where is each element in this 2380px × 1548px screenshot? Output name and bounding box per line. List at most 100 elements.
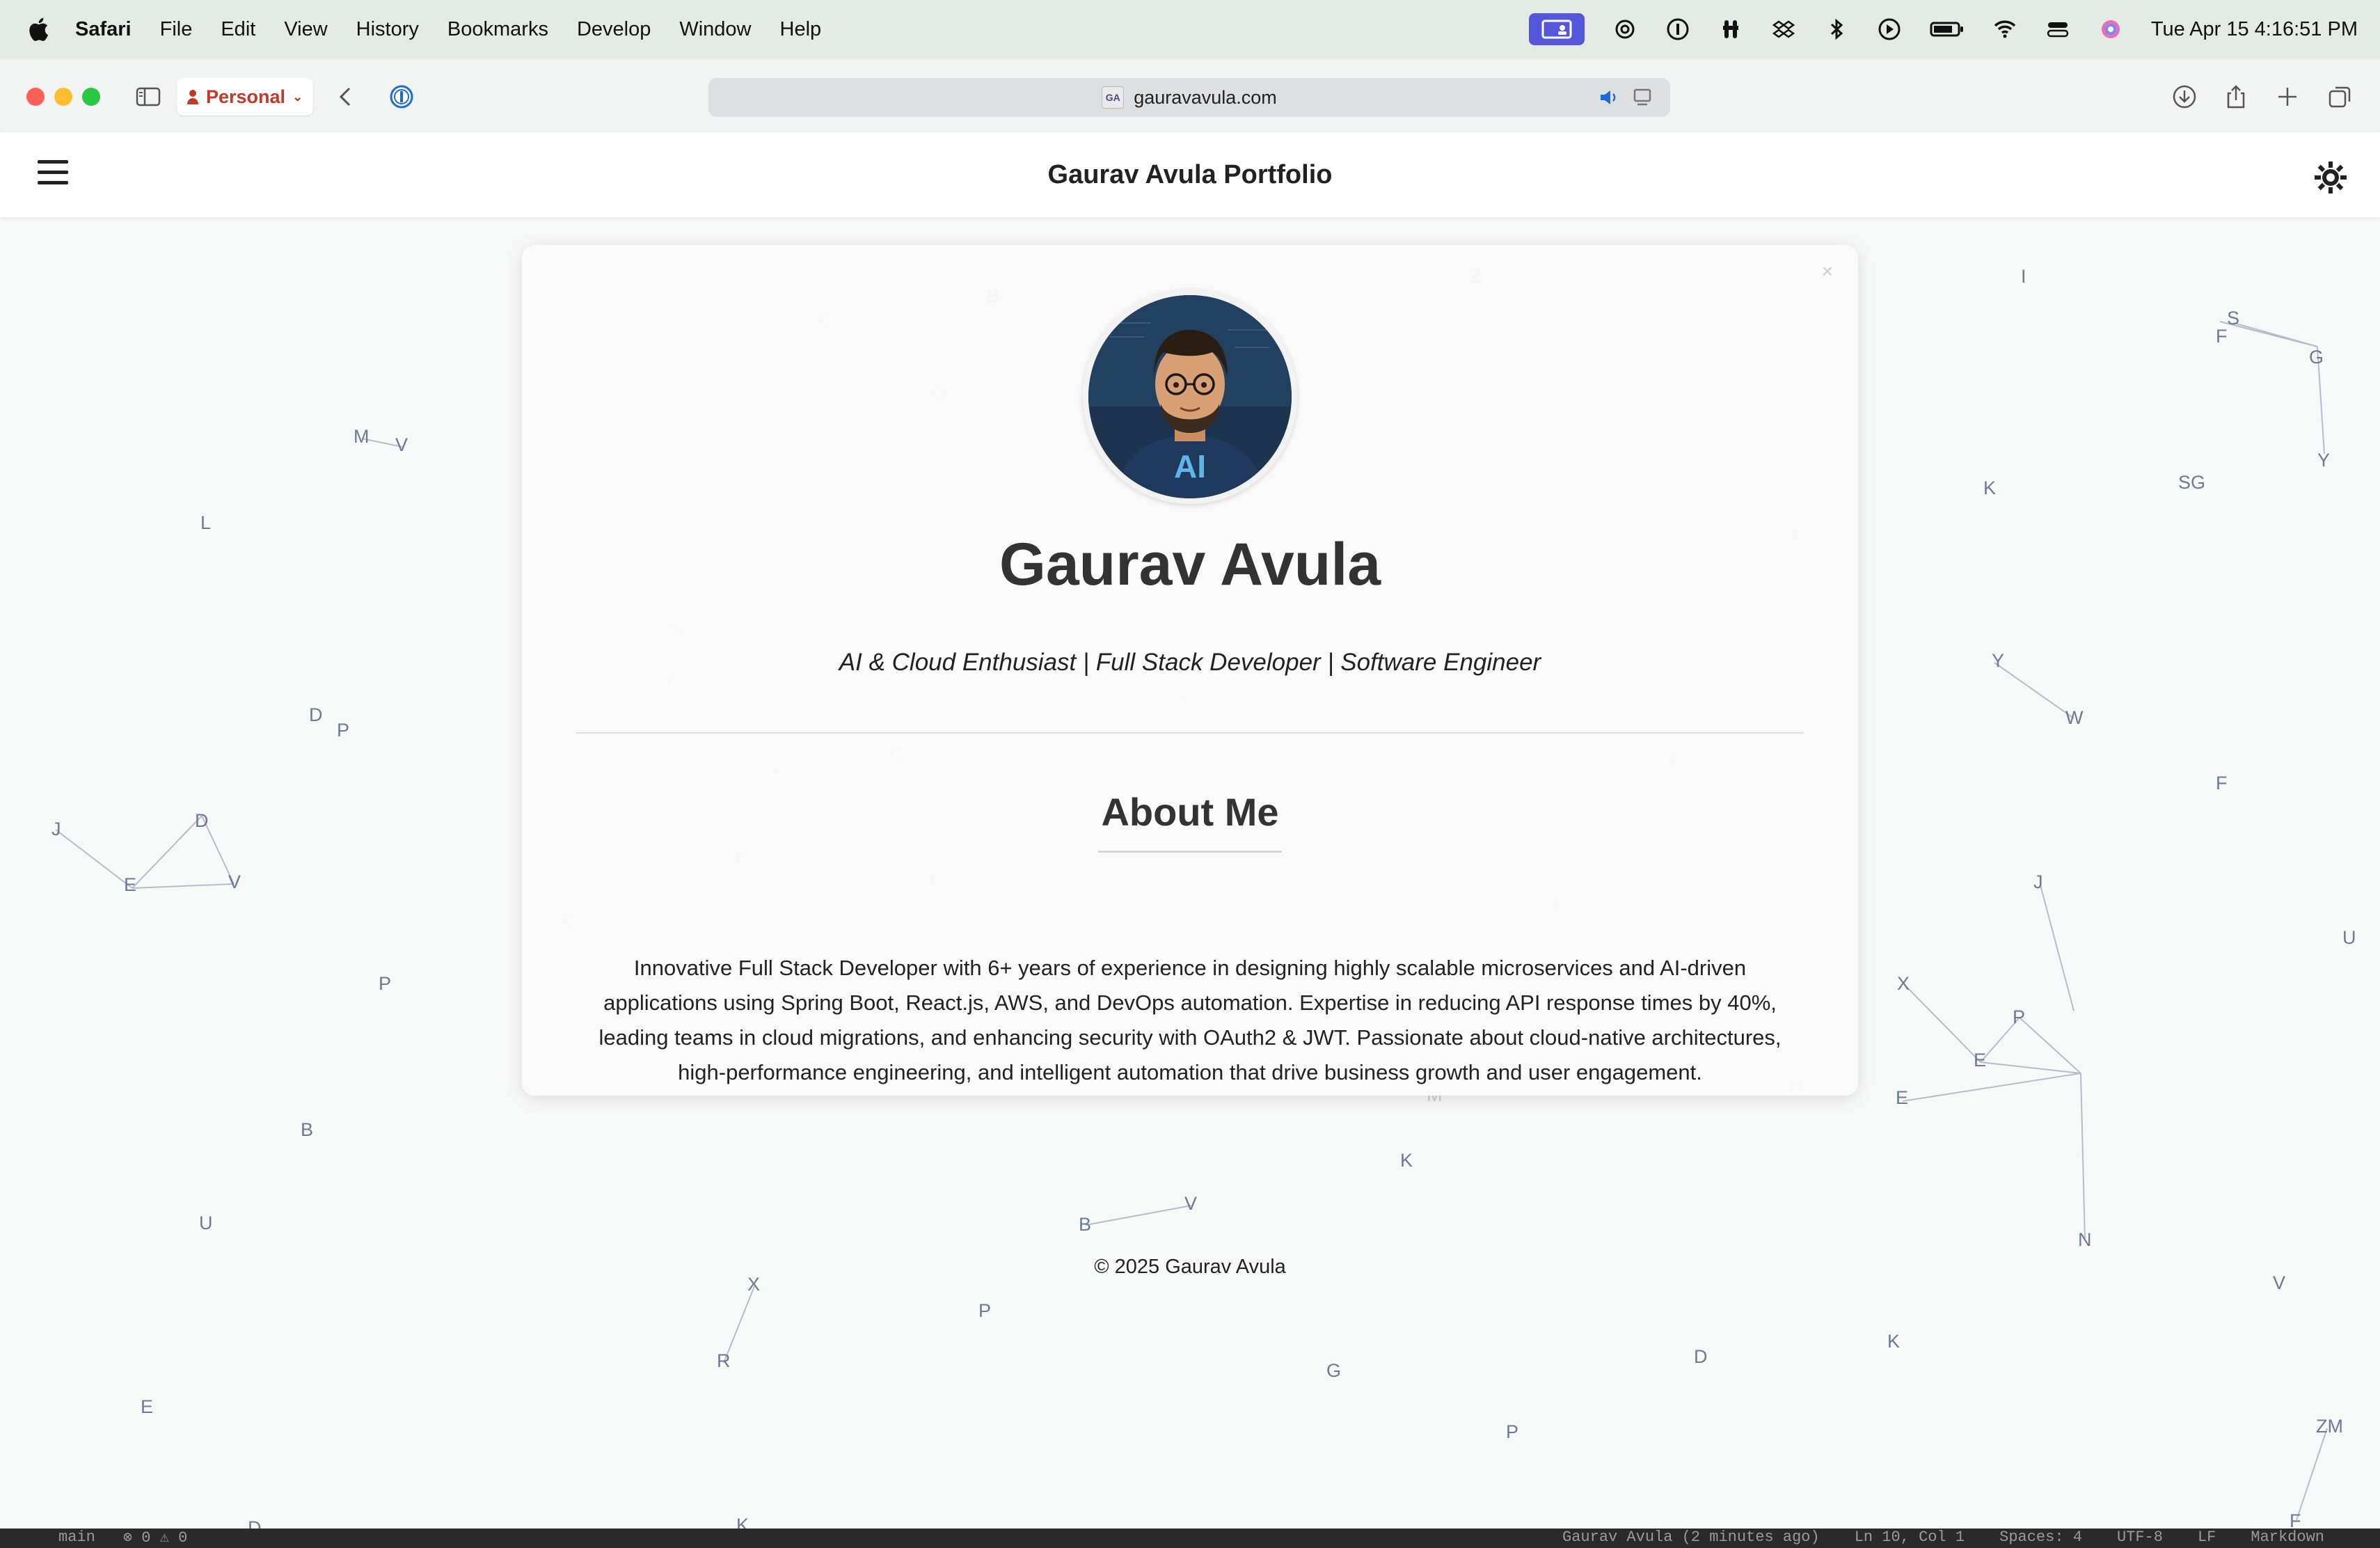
card-divider bbox=[576, 732, 1804, 734]
about-heading: About Me bbox=[1101, 790, 1279, 834]
address-bar[interactable]: GA gauravavula.com bbox=[708, 78, 1670, 117]
background-letter: P bbox=[2013, 1006, 2026, 1027]
onepassword-icon[interactable] bbox=[1665, 17, 1690, 42]
background-letter: S bbox=[2227, 308, 2240, 329]
browser-window: Personal ⌄ GA gauravavula.com Gaurav Avu… bbox=[0, 60, 2380, 1548]
background-letter: G bbox=[1326, 1360, 1342, 1381]
menu-history[interactable]: History bbox=[356, 18, 419, 41]
url-text: gauravavula.com bbox=[1134, 86, 1277, 108]
about-heading-underline bbox=[1098, 851, 1282, 853]
menu-file[interactable]: File bbox=[160, 18, 193, 41]
background-letter: E bbox=[1974, 1050, 1987, 1071]
chatgpt-icon[interactable] bbox=[1612, 17, 1637, 42]
new-tab-icon[interactable] bbox=[2273, 82, 2302, 111]
menu-app-name[interactable]: Safari bbox=[75, 18, 132, 41]
profile-label: Personal bbox=[206, 86, 286, 107]
person-icon bbox=[187, 90, 198, 104]
about-paragraph: Innovative Full Stack Developer with 6+ … bbox=[598, 956, 1782, 1084]
dropbox-icon[interactable] bbox=[1771, 17, 1796, 42]
screen-share-icon[interactable] bbox=[1528, 13, 1585, 45]
background-letter: P bbox=[379, 973, 392, 994]
menu-view[interactable]: View bbox=[284, 18, 327, 41]
siri-icon[interactable] bbox=[2098, 17, 2123, 42]
problems-count[interactable]: ⊗ 0 ⚠ 0 bbox=[123, 1529, 188, 1547]
background-letter: W bbox=[2065, 707, 2084, 728]
close-window-button[interactable] bbox=[26, 88, 45, 106]
background-letter: V bbox=[228, 871, 241, 892]
sidebar-toggle-icon[interactable] bbox=[134, 82, 163, 111]
share-icon[interactable] bbox=[2221, 82, 2251, 111]
footer-copyright: © 2025 Gaurav Avula bbox=[1094, 1256, 1286, 1278]
apple-menu-icon[interactable] bbox=[28, 17, 49, 42]
site-favicon: GA bbox=[1102, 86, 1125, 109]
audio-icon[interactable] bbox=[1598, 86, 1620, 109]
profile-selector[interactable]: Personal ⌄ bbox=[177, 78, 313, 116]
menu-window[interactable]: Window bbox=[679, 18, 751, 41]
play-icon[interactable] bbox=[1877, 17, 1902, 42]
git-branch[interactable]: main bbox=[58, 1529, 95, 1547]
background-letter: K bbox=[1400, 1150, 1413, 1171]
profile-name: Gaurav Avula bbox=[999, 531, 1381, 598]
background-letter: K bbox=[1983, 477, 1997, 498]
tab-overview-icon[interactable] bbox=[2326, 82, 2355, 111]
extension-icon[interactable] bbox=[1718, 17, 1743, 42]
background-letter: P bbox=[1506, 1421, 1519, 1442]
background-letter: N bbox=[2078, 1229, 2092, 1250]
background-letter: D bbox=[1694, 1346, 1708, 1367]
background-letter: P bbox=[978, 1300, 992, 1321]
background-letter: Y bbox=[2317, 450, 2331, 471]
chevron-down-icon: ⌄ bbox=[292, 89, 303, 104]
background-letter: V bbox=[1184, 1193, 1198, 1214]
background-letter: M bbox=[354, 426, 370, 447]
background-letter: X bbox=[1897, 973, 1910, 994]
background-letter: E bbox=[1896, 1087, 1909, 1108]
background-letter: D bbox=[195, 810, 209, 831]
bluetooth-icon[interactable] bbox=[1824, 17, 1849, 42]
menu-bar: Safari File Edit View History Bookmarks … bbox=[0, 0, 2380, 58]
background-letter: I bbox=[2021, 266, 2026, 287]
menu-help[interactable]: Help bbox=[780, 18, 822, 41]
encoding[interactable]: UTF-8 bbox=[2117, 1529, 2163, 1546]
reader-mode-icon[interactable] bbox=[1631, 86, 1653, 109]
language-mode[interactable]: Markdown bbox=[2251, 1529, 2324, 1546]
editor-status-bar: main ⊗ 0 ⚠ 0 Gaurav Avula (2 minutes ago… bbox=[0, 1529, 2380, 1548]
background-letter: P bbox=[337, 720, 350, 741]
background-letter: L bbox=[200, 512, 212, 533]
wifi-icon[interactable] bbox=[1992, 17, 2017, 42]
background-letter: K bbox=[1887, 1331, 1901, 1352]
back-icon[interactable] bbox=[331, 82, 360, 111]
background-letter: B bbox=[1079, 1214, 1092, 1235]
site-title: Gaurav Avula Portfolio bbox=[1047, 160, 1333, 189]
indentation[interactable]: Spaces: 4 bbox=[1999, 1529, 2082, 1546]
theme-toggle-icon[interactable] bbox=[2313, 160, 2348, 195]
browser-toolbar: Personal ⌄ GA gauravavula.com bbox=[0, 60, 2380, 132]
background-letter: ZM bbox=[2316, 1416, 2343, 1437]
background-letter: G bbox=[2309, 347, 2324, 368]
zoom-window-button[interactable] bbox=[82, 88, 100, 106]
menu-develop[interactable]: Develop bbox=[577, 18, 651, 41]
downloads-icon[interactable] bbox=[2170, 82, 2199, 111]
menubar-clock[interactable]: Tue Apr 15 4:16:51 PM bbox=[2151, 18, 2358, 41]
menu-edit[interactable]: Edit bbox=[221, 18, 255, 41]
avatar-shirt-text: AI bbox=[1174, 448, 1206, 484]
menu-bookmarks[interactable]: Bookmarks bbox=[447, 18, 548, 41]
background-letter: SG bbox=[2178, 472, 2206, 493]
background-letter: E bbox=[141, 1396, 154, 1417]
background-letter: Y bbox=[1992, 650, 2005, 671]
minimize-window-button[interactable] bbox=[54, 88, 72, 106]
background-letter: E bbox=[124, 874, 137, 895]
card-close-button[interactable]: × bbox=[1822, 260, 1833, 283]
battery-icon[interactable] bbox=[1930, 17, 1965, 42]
background-letter: R bbox=[717, 1350, 731, 1371]
line-endings[interactable]: LF bbox=[2198, 1529, 2216, 1546]
background-letter: F bbox=[2216, 773, 2228, 793]
control-center-icon[interactable] bbox=[2045, 17, 2070, 42]
background-letter: U bbox=[199, 1213, 213, 1233]
background-letter: F bbox=[2216, 326, 2228, 347]
site-header: Gaurav Avula Portfolio bbox=[0, 132, 2380, 217]
background-letter: B bbox=[301, 1119, 314, 1140]
onepassword-extension-icon[interactable] bbox=[387, 82, 416, 111]
cursor-position[interactable]: Ln 10, Col 1 bbox=[1855, 1529, 1965, 1546]
git-blame[interactable]: Gaurav Avula (2 minutes ago) bbox=[1562, 1529, 1820, 1546]
avatar: AI bbox=[1083, 290, 1297, 504]
